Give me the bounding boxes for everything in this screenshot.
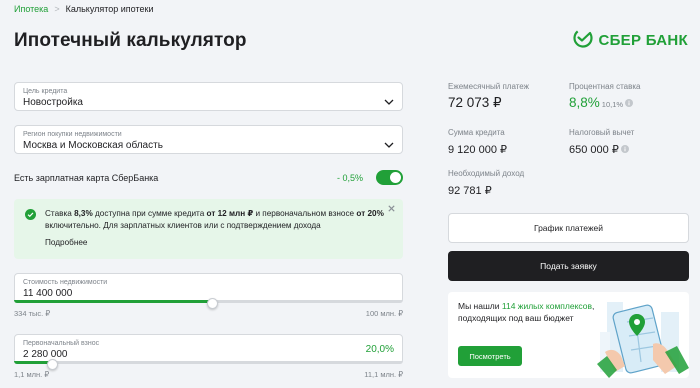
rate-info-box: Ставка 8,3% доступна при сумме кредита о… — [14, 199, 403, 259]
old-rate-value: 10,1% — [601, 100, 624, 109]
interest-rate-row: 8,8% 10,1% — [569, 95, 641, 113]
tax-deduction-label: Налоговый вычет — [569, 128, 635, 137]
payment-schedule-button[interactable]: График платежей — [448, 213, 689, 243]
promo-card: Мы нашли 114 жилых комплексов, подходящи… — [448, 292, 689, 378]
tax-deduction-value: 650 000 ₽ — [569, 144, 619, 156]
tax-deduction-row: 650 000 ₽ — [569, 142, 634, 158]
down-payment-slider-thumb[interactable] — [47, 359, 59, 370]
monthly-payment-label: Ежемесячный платеж — [448, 82, 530, 91]
property-price-max: 100 млн. ₽ — [365, 309, 403, 318]
loan-amount-value: 9 120 000 ₽ — [448, 144, 507, 156]
region-label: Регион покупки недвижимости — [23, 131, 122, 138]
info-icon[interactable] — [625, 95, 634, 111]
view-complexes-button[interactable]: Посмотреть — [458, 346, 522, 366]
info-more-link[interactable]: Подробнее — [45, 237, 393, 249]
goal-value: Новостройка — [23, 97, 83, 108]
property-price-label: Стоимость недвижимости — [23, 279, 108, 286]
interest-rate-value: 8,8% — [569, 95, 600, 110]
breadcrumb-current: Калькулятор ипотеки — [65, 4, 154, 14]
interest-rate-label: Процентная ставка — [569, 82, 641, 91]
breadcrumb: Ипотека > Калькулятор ипотеки — [14, 4, 153, 14]
salary-card-row: Есть зарплатная карта СберБанка - 0,5% — [14, 170, 403, 185]
chevron-down-icon — [384, 92, 394, 110]
property-price-slider-thumb[interactable] — [206, 298, 218, 309]
monthly-payment-stat: Ежемесячный платеж 72 073 ₽ — [448, 82, 529, 111]
property-price-min: 334 тыс. ₽ — [14, 309, 51, 318]
info-icon[interactable] — [620, 142, 629, 158]
down-payment-field[interactable]: Первоначальный взнос 2 280 000 20,0% — [14, 334, 403, 364]
goal-label: Цель кредита — [23, 88, 68, 95]
down-payment-percent: 20,0% — [365, 344, 394, 355]
down-payment-label: Первоначальный взнос — [23, 340, 100, 347]
salary-card-label: Есть зарплатная карта СберБанка — [14, 173, 159, 183]
down-payment-min: 1,1 млн. ₽ — [14, 370, 50, 379]
required-income-value: 92 781 ₽ — [448, 185, 492, 197]
region-value: Москва и Московская область — [23, 140, 163, 151]
check-circle-icon — [25, 209, 36, 224]
loan-amount-stat: Сумма кредита 9 120 000 ₽ — [448, 128, 507, 158]
goal-select[interactable]: Цель кредита Новостройка — [14, 82, 403, 111]
chevron-down-icon — [384, 135, 394, 153]
down-payment-max: 11,1 млн. ₽ — [364, 370, 403, 379]
toggle-knob — [390, 172, 401, 183]
region-select[interactable]: Регион покупки недвижимости Москва и Мос… — [14, 125, 403, 154]
salary-discount: - 0,5% — [336, 173, 363, 183]
slider-fill — [14, 300, 213, 303]
interest-rate-stat: Процентная ставка 8,8% 10,1% — [569, 82, 641, 113]
info-text: Ставка 8,3% доступна при сумме кредита о… — [45, 209, 384, 230]
breadcrumb-separator: > — [54, 4, 60, 14]
required-income-label: Необходимый доход — [448, 169, 525, 178]
promo-text: Мы нашли 114 жилых комплексов, подходящи… — [458, 301, 595, 323]
breadcrumb-home-link[interactable]: Ипотека — [14, 4, 48, 14]
sber-logo-icon — [573, 28, 594, 53]
logo-text: СБЕР БАНК — [598, 32, 688, 49]
monthly-payment-value: 72 073 ₽ — [448, 95, 502, 110]
tax-deduction-stat: Налоговый вычет 650 000 ₽ — [569, 128, 634, 158]
sber-logo[interactable]: СБЕР БАНК — [573, 28, 688, 53]
close-icon[interactable] — [387, 204, 396, 217]
down-payment-track[interactable] — [14, 361, 403, 364]
down-payment-value: 2 280 000 — [23, 349, 68, 360]
apply-button[interactable]: Подать заявку — [448, 251, 689, 281]
salary-card-toggle[interactable] — [376, 170, 403, 185]
page-title: Ипотечный калькулятор — [14, 30, 247, 51]
map-illustration-icon — [597, 302, 689, 378]
loan-amount-label: Сумма кредита — [448, 128, 505, 137]
promo-highlight: 114 жилых комплексов — [501, 301, 592, 311]
required-income-stat: Необходимый доход 92 781 ₽ — [448, 169, 524, 199]
